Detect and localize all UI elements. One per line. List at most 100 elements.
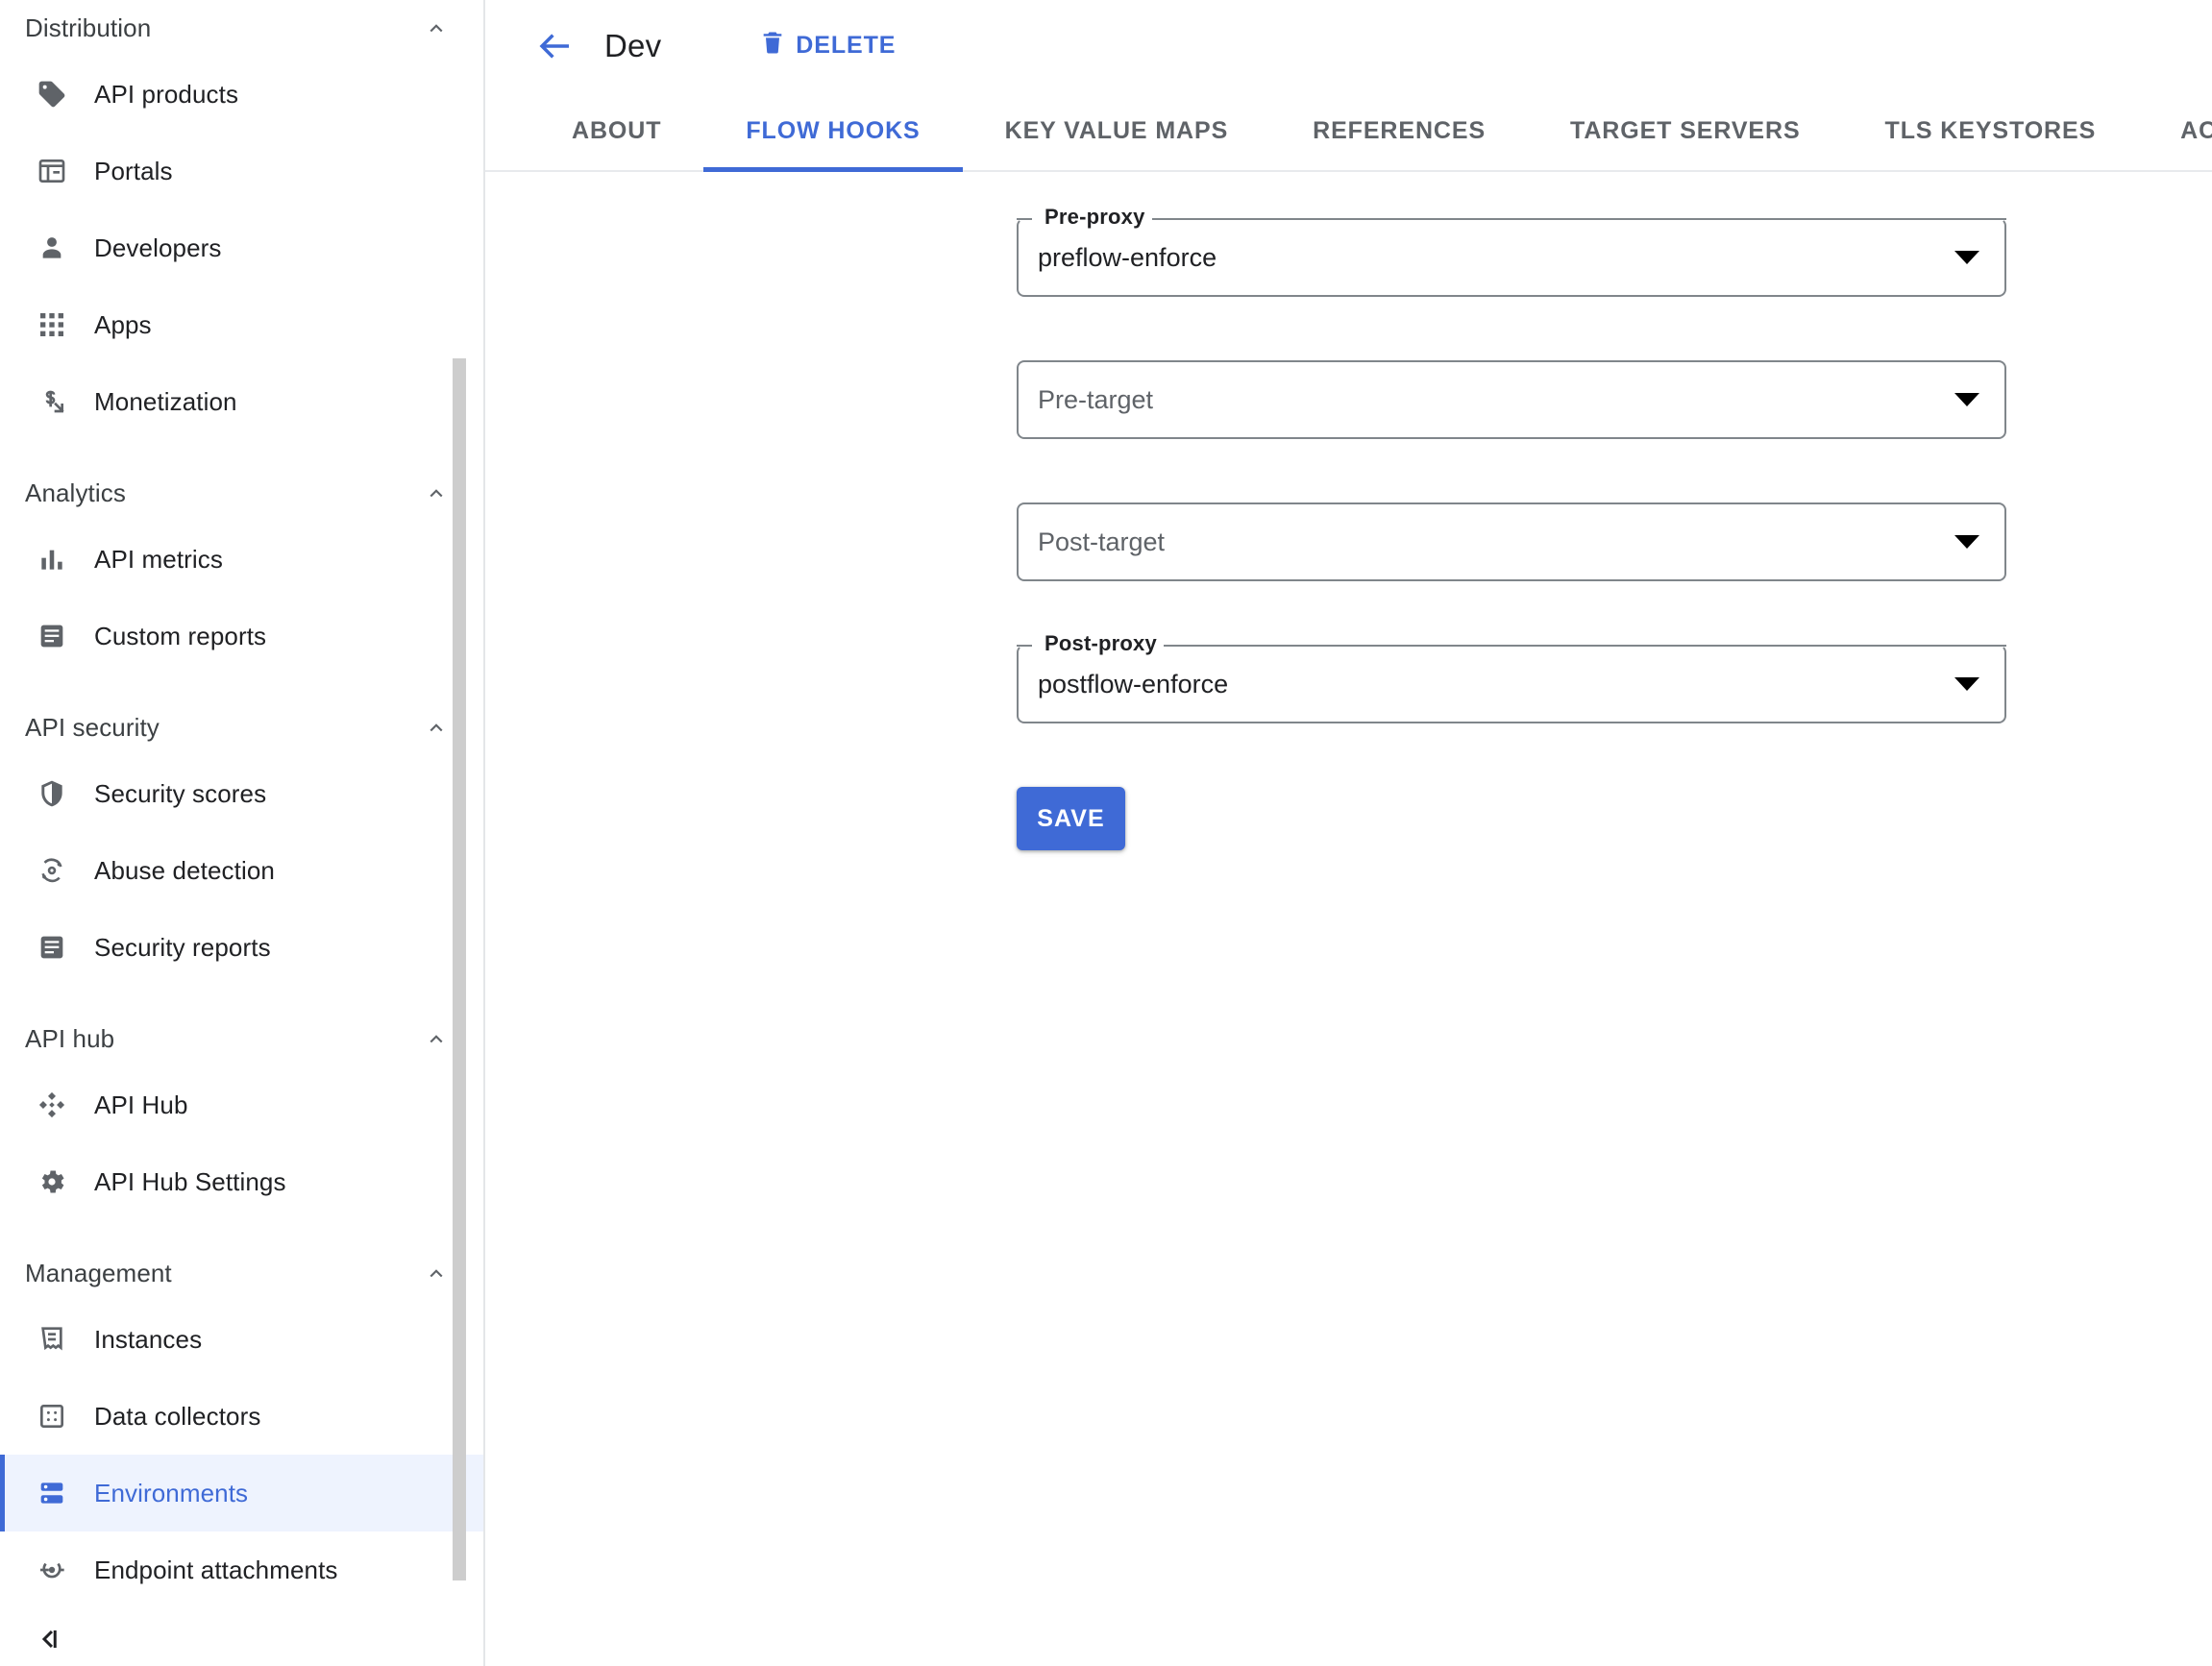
sidebar-item-apps[interactable]: Apps — [0, 286, 485, 363]
dollar-arrow-icon — [35, 384, 69, 419]
tab-access[interactable]: ACCESS — [2138, 91, 2212, 170]
post-proxy-select[interactable]: Post-proxy postflow-enforce — [1017, 645, 2006, 723]
group-spacer — [0, 986, 485, 1011]
apps-grid-icon — [35, 307, 69, 342]
sidebar-item-abuse-detection[interactable]: Abuse detection — [0, 832, 485, 909]
sidebar-item-security-scores[interactable]: Security scores — [0, 755, 485, 832]
sidebar-item-label: API products — [94, 80, 238, 110]
pre-proxy-value: preflow-enforce — [1038, 218, 1217, 297]
sidebar-group-title: Analytics — [25, 478, 126, 508]
person-icon — [35, 231, 69, 265]
sidebar-group-api-hub[interactable]: API hub — [0, 1011, 485, 1066]
chevron-up-icon[interactable] — [424, 715, 449, 740]
sidebar-item-label: Abuse detection — [94, 856, 275, 886]
report-document-icon — [35, 930, 69, 965]
sidebar-group-analytics[interactable]: Analytics — [0, 465, 485, 521]
page-title: Dev — [604, 28, 661, 64]
post-proxy-value: postflow-enforce — [1038, 645, 1228, 723]
group-spacer — [0, 440, 485, 465]
portal-layout-icon — [35, 154, 69, 188]
shield-icon — [35, 776, 69, 811]
delete-button[interactable]: DELETE — [755, 19, 899, 72]
sidebar-item-api-products[interactable]: API products — [0, 56, 485, 133]
sidebar-item-api-hub[interactable]: API Hub — [0, 1066, 485, 1143]
sidebar-item-label: Custom reports — [94, 622, 266, 651]
field-notch-left — [1017, 218, 1032, 220]
delete-button-label: DELETE — [796, 32, 896, 60]
sidebar-item-label: Security scores — [94, 779, 266, 809]
sidebar-item-monetization[interactable]: Monetization — [0, 363, 485, 440]
save-button[interactable]: SAVE — [1017, 787, 1125, 850]
apigee-console: Distribution API products Portals — [0, 0, 2212, 1666]
sidebar-group-title: Management — [25, 1259, 172, 1288]
pre-target-select[interactable]: Pre-target — [1017, 360, 2006, 439]
sidebar-item-instances[interactable]: Instances — [0, 1301, 485, 1378]
sidebar-item-api-hub-settings[interactable]: API Hub Settings — [0, 1143, 485, 1220]
chevron-up-icon[interactable] — [424, 1261, 449, 1286]
page-toolbar: Dev DELETE — [485, 0, 2212, 91]
gear-icon — [35, 1164, 69, 1199]
sidebar-item-label: Monetization — [94, 387, 237, 417]
endpoint-attachment-icon — [35, 1553, 69, 1587]
tab-tls-keystores[interactable]: TLS KEYSTORES — [1843, 91, 2139, 170]
sidebar-item-data-collectors[interactable]: Data collectors — [0, 1378, 485, 1455]
field-outline — [1017, 360, 2006, 439]
group-spacer — [0, 674, 485, 699]
post-target-select[interactable]: Post-target — [1017, 502, 2006, 581]
sidebar-group-api-security[interactable]: API security — [0, 699, 485, 755]
group-spacer — [0, 1220, 485, 1245]
sidebar-item-label: Developers — [94, 233, 222, 263]
tab-key-value-maps[interactable]: KEY VALUE MAPS — [963, 91, 1271, 170]
sidebar-scrollbar-thumb[interactable] — [453, 358, 466, 1580]
sidebar-item-label: API Hub — [94, 1090, 188, 1120]
sidebar-item-custom-reports[interactable]: Custom reports — [0, 598, 485, 674]
field-notch-left — [1017, 645, 1032, 647]
sidebar-item-environments[interactable]: Environments — [0, 1455, 485, 1531]
sidebar-item-portals[interactable]: Portals — [0, 133, 485, 209]
chevron-up-icon[interactable] — [424, 480, 449, 505]
field-outline — [1017, 502, 2006, 581]
tab-flow-hooks[interactable]: FLOW HOOKS — [703, 91, 962, 170]
sidebar-group-title: API hub — [25, 1024, 114, 1054]
chevron-up-icon[interactable] — [424, 15, 449, 40]
pre-target-placeholder: Pre-target — [1038, 360, 1153, 439]
tab-target-servers[interactable]: TARGET SERVERS — [1528, 91, 1843, 170]
sidebar-item-developers[interactable]: Developers — [0, 209, 485, 286]
field-notch-right — [1147, 218, 2006, 220]
trash-icon — [759, 29, 786, 62]
data-collector-icon — [35, 1399, 69, 1433]
pre-proxy-select[interactable]: Pre-proxy preflow-enforce — [1017, 218, 2006, 297]
sidebar-item-endpoint-attachments[interactable]: Endpoint attachments — [0, 1531, 485, 1608]
sidebar-item-label: Instances — [94, 1325, 202, 1355]
sidebar-item-label: API Hub Settings — [94, 1167, 286, 1197]
sidebar-item-label: Security reports — [94, 933, 271, 963]
arrow-left-icon[interactable] — [529, 20, 581, 72]
sidebar-item-label: Portals — [94, 157, 173, 186]
tab-about[interactable]: ABOUT — [529, 91, 703, 170]
field-notch-right — [1159, 645, 2006, 647]
sidebar-group-title: Distribution — [25, 13, 151, 43]
instance-icon — [35, 1322, 69, 1357]
sidebar-scroll-area: Distribution API products Portals — [0, 0, 485, 1616]
sidebar-item-label: Apps — [94, 310, 152, 340]
sidebar-item-label: Endpoint attachments — [94, 1556, 338, 1585]
chevron-up-icon[interactable] — [424, 1026, 449, 1051]
collapse-panel-icon[interactable] — [35, 1625, 63, 1658]
abuse-detection-icon — [35, 853, 69, 888]
tag-icon — [35, 77, 69, 111]
flow-hooks-form: Pre-proxy preflow-enforce Pre-target Pos… — [485, 172, 2212, 850]
diamond-cluster-icon — [35, 1088, 69, 1122]
sidebar-item-security-reports[interactable]: Security reports — [0, 909, 485, 986]
sidebar-item-label: API metrics — [94, 545, 223, 575]
sidebar-item-label: Environments — [94, 1479, 248, 1508]
chevron-down-icon[interactable] — [1954, 393, 1979, 406]
sidebar-group-distribution[interactable]: Distribution — [0, 0, 485, 56]
sidebar-collapse-bar[interactable] — [0, 1616, 485, 1666]
chevron-down-icon[interactable] — [1954, 677, 1979, 691]
tab-references[interactable]: REFERENCES — [1270, 91, 1528, 170]
chevron-down-icon[interactable] — [1954, 251, 1979, 264]
main-content-area: Dev DELETE ABOUT FLOW HOOKS KEY VALUE MA… — [485, 0, 2212, 1666]
chevron-down-icon[interactable] — [1954, 535, 1979, 549]
sidebar-item-api-metrics[interactable]: API metrics — [0, 521, 485, 598]
sidebar-group-management[interactable]: Management — [0, 1245, 485, 1301]
